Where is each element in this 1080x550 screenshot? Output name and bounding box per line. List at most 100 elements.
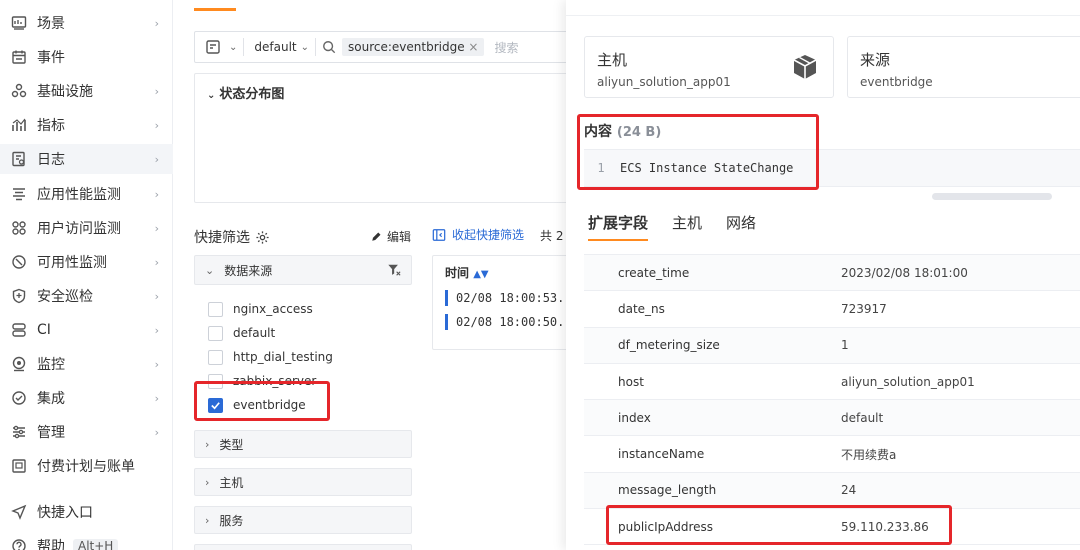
time-column-header[interactable]: 时间 ▲▼ <box>445 264 489 281</box>
help-shortcut: Alt+H <box>73 539 119 550</box>
tab-extended-fields[interactable]: 扩展字段 <box>588 212 649 241</box>
calendar-icon <box>10 48 28 66</box>
host-card: 主机 aliyun_solution_app01 <box>584 36 834 98</box>
table-row[interactable]: df_metering_size 1 <box>584 327 1080 364</box>
field-value: 2023/02/08 18:01:00 <box>841 265 968 280</box>
collapse-quick-filter-button[interactable]: 收起快捷筛选 <box>432 226 524 243</box>
shield-icon <box>10 287 28 305</box>
help-item[interactable]: 帮助 Alt+H <box>0 531 173 550</box>
field-value: 不用续费a <box>841 447 897 462</box>
chevron-right-icon: › <box>154 17 159 30</box>
search-icon <box>322 40 336 54</box>
chevron-right-icon: › <box>154 256 159 269</box>
table-row[interactable]: message_length 24 <box>584 472 1080 510</box>
sidebar-item-infrastructure[interactable]: 基础设施 › <box>0 76 173 106</box>
sidebar-item-security[interactable]: 安全巡检 › <box>0 281 173 311</box>
sidebar-item-scene[interactable]: 场景 › <box>0 8 173 38</box>
active-tab-indicator <box>194 8 236 11</box>
toolbar-divider <box>315 38 317 56</box>
chevron-down-icon[interactable]: ⌄ <box>229 42 237 53</box>
sort-icon[interactable]: ▲▼ <box>473 269 488 280</box>
service-filter-group[interactable]: › 服务 <box>194 506 412 534</box>
sidebar-item-events[interactable]: 事件 <box>0 42 173 72</box>
chevron-down-icon[interactable]: ⌄ <box>301 42 309 53</box>
chevron-right-icon: › <box>154 358 159 371</box>
sidebar-item-monitor[interactable]: 监控 › <box>0 349 173 379</box>
chevron-right-icon: › <box>205 437 210 451</box>
filter-tag[interactable]: source:eventbridge × <box>342 38 485 56</box>
checkbox[interactable] <box>208 349 223 365</box>
chevron-right-icon: › <box>154 392 159 405</box>
sidebar-item-availability[interactable]: 可用性监测 › <box>0 247 173 277</box>
group-label: 服务 <box>219 513 244 528</box>
log-level-bar <box>445 314 448 330</box>
help-label: 帮助 <box>37 539 65 550</box>
extended-fields-table: create_time 2023/02/08 18:01:00 date_ns 72… <box>584 254 1080 546</box>
dashboard-icon <box>10 14 28 32</box>
tab-host[interactable]: 主机 <box>672 212 702 241</box>
source-label: nginx_access <box>233 302 313 316</box>
list-item[interactable]: default <box>208 321 333 345</box>
field-key: instanceName <box>618 447 705 462</box>
workspace-select[interactable]: default <box>254 40 296 54</box>
clear-filter-icon[interactable] <box>387 263 401 277</box>
field-value: aliyun_solution_app01 <box>841 374 975 389</box>
more-filter-group[interactable] <box>194 544 412 550</box>
gear-icon[interactable] <box>255 230 270 245</box>
list-item[interactable]: nginx_access <box>208 297 333 321</box>
sidebar-item-label: CI <box>37 322 51 338</box>
sidebar-item-ci[interactable]: CI › <box>0 315 173 345</box>
log-time: 02/08 18:00:53. <box>456 291 565 305</box>
log-row[interactable]: 02/08 18:00:50. <box>445 313 564 331</box>
table-row[interactable]: date_ns 723917 <box>584 291 1080 328</box>
table-row[interactable]: index default <box>584 400 1080 437</box>
host-filter-group[interactable]: › 主机 <box>194 468 412 496</box>
close-icon[interactable]: × <box>468 40 478 54</box>
type-filter-group[interactable]: › 类型 <box>194 430 412 458</box>
sidebar-item-label: 场景 <box>37 16 65 32</box>
status-distribution-panel: ⌄ 状态分布图 <box>194 73 574 203</box>
sidebar-item-logs[interactable]: 日志 › <box>0 144 173 174</box>
chevron-right-icon: › <box>154 119 159 132</box>
sidebar-item-apm[interactable]: 应用性能监测 › <box>0 179 173 209</box>
table-row[interactable]: create_time 2023/02/08 18:01:00 <box>584 255 1080 292</box>
field-key: create_time <box>618 265 690 280</box>
monitor-icon <box>10 355 28 373</box>
metrics-icon <box>10 116 28 134</box>
log-row[interactable]: 02/08 18:00:53. <box>445 289 564 307</box>
checkbox[interactable] <box>208 325 223 341</box>
checkbox[interactable] <box>208 301 223 317</box>
sidebar-item-rum[interactable]: 用户访问监测 › <box>0 213 173 243</box>
status-panel-title[interactable]: ⌄ 状态分布图 <box>207 83 284 102</box>
tab-network[interactable]: 网络 <box>726 212 756 241</box>
chevron-right-icon: › <box>154 426 159 439</box>
resize-handle[interactable] <box>932 193 1052 200</box>
table-row[interactable]: instanceName 不用续费a <box>584 436 1080 473</box>
filter-view-icon[interactable] <box>205 39 221 55</box>
log-icon <box>10 150 28 168</box>
table-row[interactable]: host aliyun_solution_app01 <box>584 363 1080 401</box>
log-detail-drawer: 主机 aliyun_solution_app01 来源 eventbridge … <box>566 0 1080 550</box>
sidebar-item-integration[interactable]: 集成 › <box>0 383 173 413</box>
chevron-right-icon: › <box>154 324 159 337</box>
edit-quick-filter-button[interactable]: 编辑 <box>370 228 411 245</box>
host-card-title: 主机 <box>597 51 628 69</box>
field-key: df_metering_size <box>618 338 720 353</box>
time-header-label: 时间 <box>445 266 470 280</box>
chevron-down-icon: ⌄ <box>205 263 215 277</box>
quick-entry-item[interactable]: 快捷入口 <box>0 497 173 527</box>
rum-icon <box>10 219 28 237</box>
sidebar-item-label: 管理 <box>37 425 65 441</box>
source-card: 来源 eventbridge <box>847 36 1080 98</box>
field-value: 1 <box>841 338 849 353</box>
search-input[interactable]: 搜索 <box>494 39 518 56</box>
sidebar-item-management[interactable]: 管理 › <box>0 417 173 447</box>
source-group-label: 数据来源 <box>224 263 273 278</box>
sidebar-item-billing[interactable]: 付费计划与账单 <box>0 451 173 481</box>
sidebar-item-metrics[interactable]: 指标 › <box>0 110 173 140</box>
list-item[interactable]: http_dial_testing <box>208 345 333 369</box>
sidebar-item-label: 基础设施 <box>37 84 93 100</box>
source-filter-group[interactable]: ⌄ 数据来源 <box>194 255 412 285</box>
highlight-box <box>194 381 330 421</box>
sidebar: 场景 › 事件 基础设施 › 指标 › 日志 › 应用性能监测 › 用户访问监测… <box>0 0 173 550</box>
